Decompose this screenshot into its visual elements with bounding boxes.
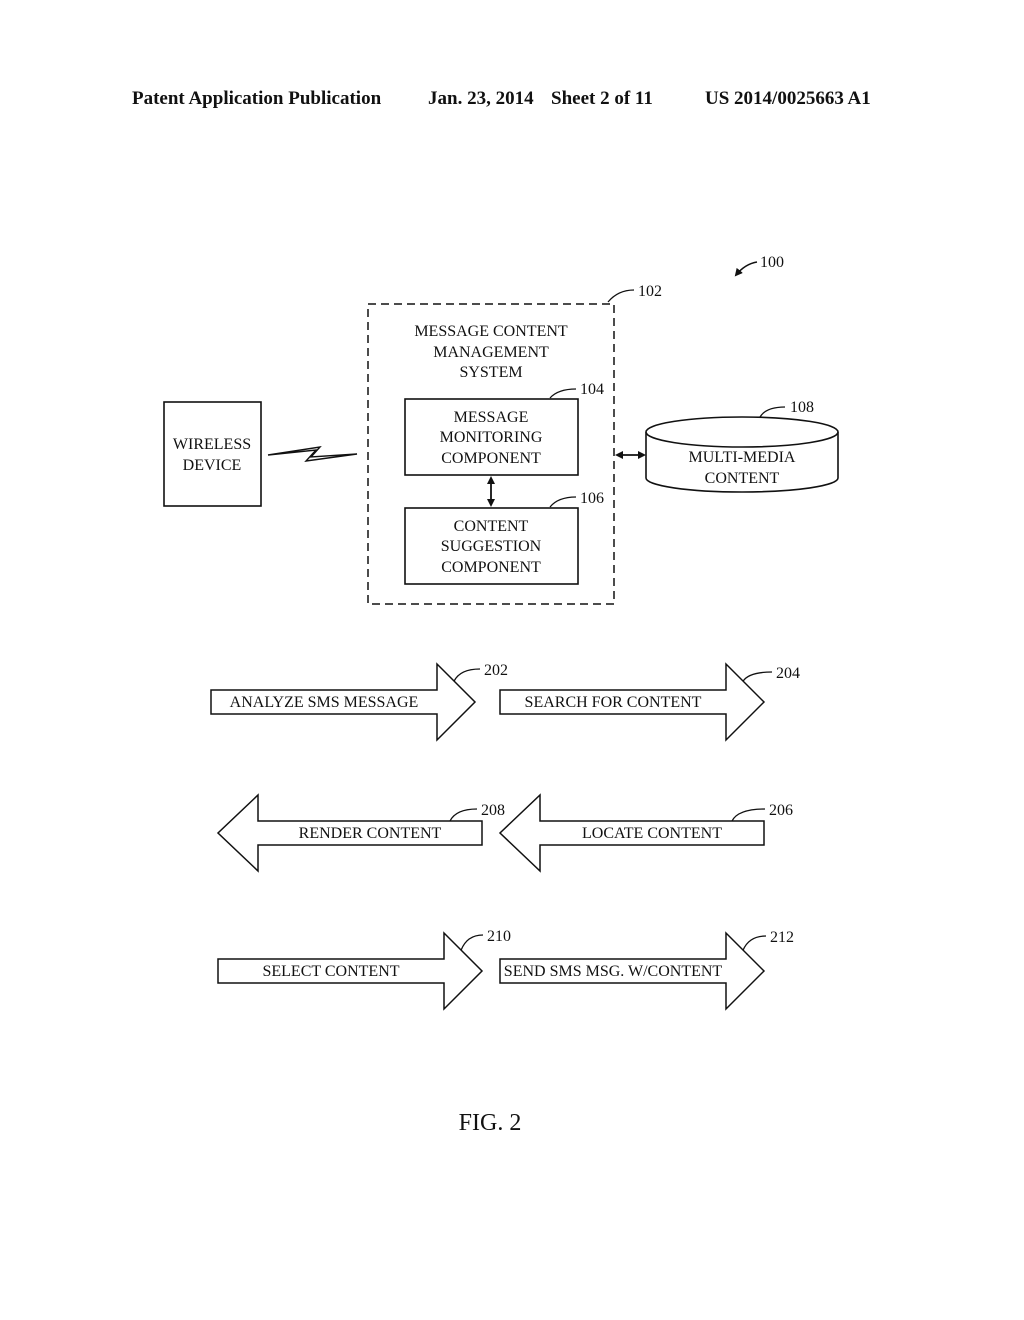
ref-102-label: 102 [638,283,662,300]
ref-108-leader [759,406,786,418]
step-212: SEND SMS MSG. W/CONTENT 212 [499,929,794,1011]
ref-106-leader [549,496,577,508]
suggestion-line-1: CONTENT [454,518,529,535]
step-208: RENDER CONTENT 208 [216,793,505,873]
monitoring-line-3: COMPONENT [441,450,541,467]
ref-leader [453,668,481,682]
ref-100-label: 100 [760,254,784,271]
ref-108-label: 108 [790,399,814,416]
wireless-device-box [163,401,262,507]
step-label: RENDER CONTENT [299,825,442,842]
step-label: SEARCH FOR CONTENT [525,694,702,711]
wireless-line-1: WIRELESS [173,436,251,453]
step-ref-206: 206 [769,802,793,819]
ref-leader [742,671,773,682]
ref-leader [731,808,766,822]
content-suggestion-component: 106 CONTENT SUGGESTION COMPONENT [404,490,604,585]
ref-leader [449,808,478,822]
wireless-device: WIRELESS DEVICE [163,401,262,507]
step-206: LOCATE CONTENT 206 [498,793,793,873]
step-210: SELECT CONTENT 210 [217,928,511,1011]
wireless-line-2: DEVICE [183,457,242,474]
step-202: ANALYZE SMS MESSAGE 202 [210,662,508,742]
ref-102-leader [607,289,635,303]
mcms-title-line-2: MANAGEMENT [433,344,549,361]
multimedia-line-2: CONTENT [705,470,780,487]
ref-leader [460,934,484,951]
step-label: LOCATE CONTENT [582,825,722,842]
ref-100: 100 [734,254,784,277]
suggestion-line-3: COMPONENT [441,559,541,576]
step-ref-210: 210 [487,928,511,945]
mcms-title-line-1: MESSAGE CONTENT [414,323,568,340]
message-monitoring-component: 104 MESSAGE MONITORING COMPONENT [404,381,604,476]
monitoring-line-2: MONITORING [440,429,543,446]
step-label: SELECT CONTENT [262,963,399,980]
ref-leader [742,935,767,951]
figure-caption: FIG. 2 [459,1110,522,1136]
monitoring-line-1: MESSAGE [454,409,529,426]
step-ref-208: 208 [481,802,505,819]
wireless-link-icon [267,446,358,462]
step-ref-204: 204 [776,665,800,682]
mcms-title-line-3: SYSTEM [459,364,522,381]
step-204: SEARCH FOR CONTENT 204 [499,662,800,742]
ref-104-label: 104 [580,381,604,398]
multi-media-content-database: 108 MULTI-MEDIA CONTENT [645,399,839,493]
database-top [645,416,839,448]
step-label: SEND SMS MSG. W/CONTENT [504,963,723,980]
step-ref-202: 202 [484,662,508,679]
ref-104-leader [549,388,577,399]
ref-106-label: 106 [580,490,604,507]
process-steps: ANALYZE SMS MESSAGE202SEARCH FOR CONTENT… [210,662,800,1011]
step-ref-212: 212 [770,929,794,946]
step-label: ANALYZE SMS MESSAGE [230,694,419,711]
system-diagram: 100 102 MESSAGE CONTENT MANAGEMENT SYSTE… [163,254,839,1136]
suggestion-line-2: SUGGESTION [441,538,542,555]
multimedia-line-1: MULTI-MEDIA [689,449,796,466]
